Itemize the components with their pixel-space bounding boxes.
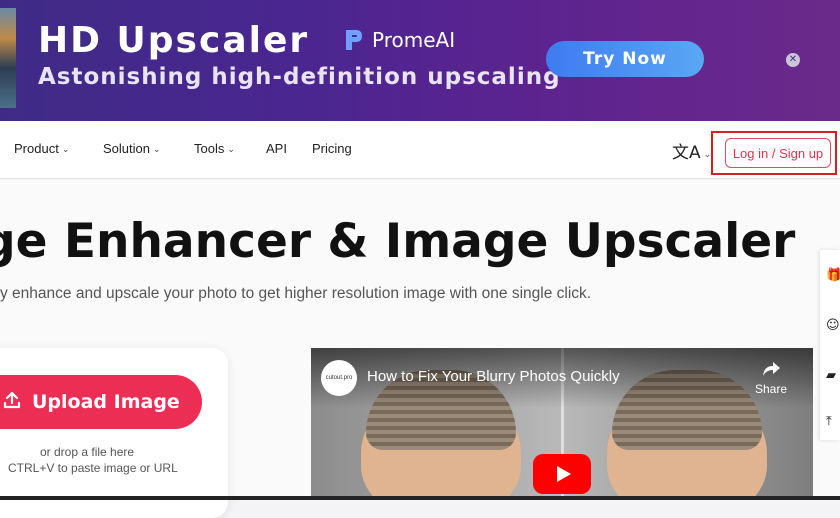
top-icon[interactable]: ⤒	[826, 414, 840, 430]
upload-card	[0, 348, 228, 518]
nav-item-api[interactable]: API	[266, 141, 287, 156]
page-title: ge Enhancer & Image Upscaler	[0, 214, 796, 269]
paste-hint: CTRL+V to paste image or URL	[8, 461, 178, 475]
chevron-down-icon: ⌄	[227, 144, 235, 154]
close-icon[interactable]: ✕	[786, 53, 800, 67]
gift-icon[interactable]: 🎁	[826, 268, 840, 284]
upload-image-button[interactable]: Upload Image	[0, 375, 202, 429]
chevron-down-icon: ⌄	[152, 144, 161, 154]
brand-logo: PromeAI	[342, 28, 455, 52]
top-nav: Product ⌄ Solution ⌄ Tools ⌄ API Pricing 文A…	[0, 121, 840, 179]
face-icon[interactable]: ☺	[826, 318, 840, 334]
upload-button-label: Upload Image	[32, 391, 180, 413]
nav-item-label: API	[266, 141, 287, 156]
window-bottom-edge	[0, 496, 840, 500]
channel-avatar[interactable]: cutout.pro	[321, 360, 357, 396]
banner-title: HD Upscaler	[38, 20, 310, 61]
promo-banner[interactable]: HD Upscaler Astonishing high-definition …	[0, 0, 840, 121]
youtube-play-icon[interactable]	[533, 454, 591, 494]
nav-item-solution[interactable]: Solution ⌄	[103, 141, 161, 156]
translate-icon: 文A	[672, 143, 701, 163]
side-toolbar: 🎁 ☺ ▰ ⤒	[820, 250, 840, 440]
main-content: ge Enhancer & Image Upscaler y enhance a…	[0, 180, 840, 518]
brand-name: PromeAI	[372, 28, 456, 52]
nav-item-label: Pricing	[312, 141, 352, 156]
upload-icon	[3, 391, 21, 409]
nav-item-tools[interactable]: Tools ⌄	[194, 141, 235, 156]
share-icon	[763, 362, 780, 376]
try-now-button[interactable]: Try Now	[546, 41, 704, 77]
video-player[interactable]: cutout.pro How to Fix Your Blurry Photos…	[311, 348, 813, 500]
nav-item-label: Tools	[194, 141, 225, 156]
promeai-logo-icon	[346, 30, 362, 50]
banner-subtitle: Astonishing high-definition upscaling	[38, 64, 561, 90]
share-label: Share	[754, 382, 788, 396]
video-title[interactable]: How to Fix Your Blurry Photos Quickly	[367, 368, 620, 385]
nav-item-product[interactable]: Product ⌄	[14, 141, 69, 156]
share-button[interactable]: Share	[753, 360, 789, 396]
login-signup-button[interactable]: Log in / Sign up	[725, 138, 831, 168]
nav-item-label: Solution	[103, 141, 150, 156]
login-highlight-box: Log in / Sign up	[711, 131, 837, 175]
nav-item-pricing[interactable]: Pricing	[312, 141, 352, 156]
chat-icon[interactable]: ▰	[826, 368, 840, 384]
chevron-down-icon: ⌄	[61, 144, 70, 154]
drop-hint: or drop a file here	[40, 445, 135, 459]
banner-thumbnail-image	[0, 8, 16, 108]
nav-item-label: Product	[14, 141, 59, 156]
language-switcher[interactable]: 文A ⌄	[672, 138, 711, 163]
page-subtitle: y enhance and upscale your photo to get …	[0, 285, 592, 302]
